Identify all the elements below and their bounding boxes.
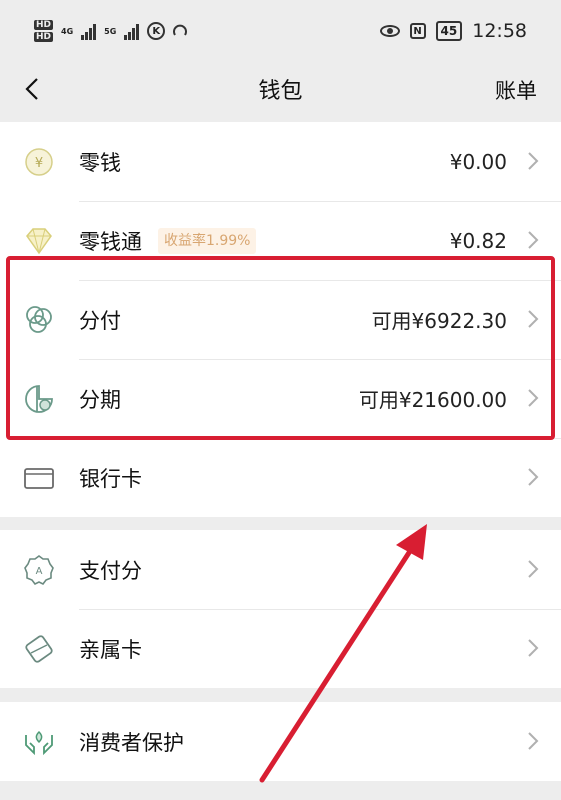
row-value: 可用¥21600.00 <box>358 388 507 412</box>
row-consumer-protection[interactable]: 消费者保护 <box>0 702 561 781</box>
row-value: ¥0.00 <box>449 149 507 174</box>
bank-card-icon <box>24 468 54 489</box>
row-label: 零钱通 <box>79 229 142 254</box>
row-label: 银行卡 <box>79 466 142 491</box>
row-fenqi[interactable]: 分期 可用¥21600.00 <box>0 359 561 438</box>
chevron-right-icon <box>528 560 539 578</box>
row-label: 分期 <box>79 387 121 412</box>
hd-indicator: HD HD <box>34 20 54 42</box>
row-change[interactable]: ¥ 零钱 ¥0.00 <box>0 122 561 201</box>
row-family-card[interactable]: 亲属卡 <box>0 609 561 688</box>
row-label: 亲属卡 <box>79 637 142 662</box>
wallet-group-services: A 支付分 亲属卡 <box>0 530 561 688</box>
chevron-right-icon <box>528 639 539 657</box>
network-label: 4G <box>61 26 74 36</box>
clock: 12:58 <box>472 20 527 42</box>
chevron-right-icon <box>528 310 539 328</box>
chevron-right-icon <box>528 231 539 249</box>
yield-tag: 收益率1.99% <box>158 228 257 254</box>
wallet-group-funds: ¥ 零钱 ¥0.00 零钱通 收益率1.99% ¥0.82 分付 可用¥6922… <box>0 122 561 517</box>
status-right: N 45 12:58 <box>379 20 527 42</box>
network-type: 4G <box>61 27 73 36</box>
row-label: 分付 <box>79 308 121 333</box>
chevron-right-icon <box>528 468 539 486</box>
row-label: 支付分 <box>79 558 142 583</box>
network-label: 5G <box>104 26 117 36</box>
pie-chart-icon <box>25 385 53 413</box>
loading-icon <box>173 24 188 36</box>
signal-icon <box>81 22 97 40</box>
chevron-right-icon <box>528 152 539 170</box>
battery-icon: 45 <box>435 21 463 41</box>
row-fenfu[interactable]: 分付 可用¥6922.30 <box>0 280 561 359</box>
bill-link[interactable]: 账单 <box>495 75 537 105</box>
hd-label: HD <box>34 20 54 30</box>
nfc-icon: N <box>409 23 426 39</box>
nav-bar: 钱包 账单 <box>0 62 561 116</box>
badge-icon: A <box>24 555 54 586</box>
page-title: 钱包 <box>258 79 303 104</box>
chevron-right-icon <box>528 389 539 407</box>
row-lingqiantong[interactable]: 零钱通 收益率1.99% ¥0.82 <box>0 201 561 280</box>
hands-shield-icon <box>25 730 53 756</box>
k-icon: K <box>147 22 166 40</box>
row-value: 可用¥6922.30 <box>371 309 507 333</box>
row-label: 零钱 <box>79 150 121 175</box>
status-left: HD HD 4G 5G K <box>34 20 188 42</box>
back-arrow-icon[interactable] <box>22 75 44 103</box>
eye-icon <box>379 25 400 37</box>
svg-text:¥: ¥ <box>35 156 43 171</box>
row-pay-score[interactable]: A 支付分 <box>0 530 561 609</box>
chevron-right-icon <box>528 732 539 750</box>
network-type: 5G <box>104 27 116 36</box>
yuan-coin-icon: ¥ <box>25 148 53 176</box>
hd-label: HD <box>34 32 54 42</box>
signal-icon <box>124 22 140 40</box>
wallet-group-protection: 消费者保护 <box>0 702 561 781</box>
row-bank-card[interactable]: 银行卡 <box>0 438 561 517</box>
row-label: 消费者保护 <box>79 730 184 755</box>
row-value: ¥0.82 <box>449 228 507 253</box>
svg-text:A: A <box>36 566 43 577</box>
status-bar: HD HD 4G 5G K N 45 12:58 <box>0 0 561 62</box>
family-card-icon <box>25 635 53 663</box>
circles-icon <box>26 306 52 333</box>
diamond-icon <box>26 228 52 255</box>
